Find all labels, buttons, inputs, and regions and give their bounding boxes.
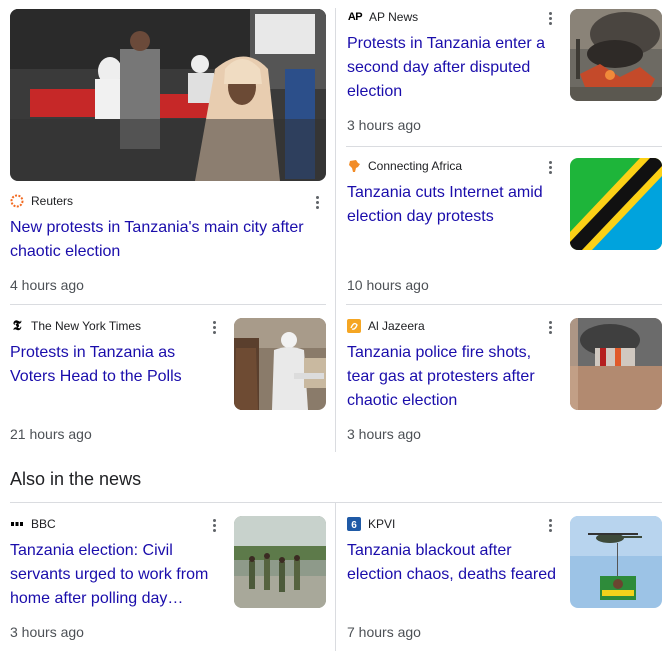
story-source[interactable]: Al Jazeera — [347, 318, 425, 334]
section-divider — [10, 502, 662, 503]
story-source[interactable]: 𝕿 The New York Times — [10, 318, 141, 334]
more-options-icon[interactable] — [542, 517, 558, 533]
story-headline[interactable]: Protests in Tanzania as Voters Head to t… — [10, 341, 222, 389]
nyt-logo-icon: 𝕿 — [12, 318, 22, 334]
section-title: Also in the news — [10, 469, 142, 489]
story-source[interactable]: Connecting Africa — [347, 158, 462, 174]
kpvi-logo-icon: 6 — [347, 517, 361, 531]
ap-logo-icon: AP — [347, 11, 363, 23]
source-name: KPVI — [368, 517, 396, 531]
source-name: AP News — [369, 10, 419, 24]
story-source[interactable]: Reuters — [10, 193, 73, 209]
story-headline[interactable]: Tanzania election: Civil servants urged … — [10, 539, 222, 611]
reuters-logo-icon — [10, 194, 24, 208]
svg-text:6: 6 — [351, 520, 357, 531]
row-divider — [346, 146, 662, 147]
story-source[interactable]: BBC — [10, 516, 56, 532]
column-divider-bottom — [335, 503, 336, 651]
source-name: Connecting Africa — [368, 159, 463, 173]
story-headline[interactable]: Tanzania cuts Internet amid election day… — [347, 181, 559, 229]
story-thumbnail[interactable] — [570, 9, 662, 101]
story-time: 3 hours ago — [10, 624, 84, 640]
story-thumbnail[interactable] — [234, 516, 326, 608]
source-name: BBC — [31, 517, 56, 531]
story-headline[interactable]: Tanzania police fire shots, tear gas at … — [347, 341, 559, 413]
more-options-icon[interactable] — [206, 517, 222, 533]
story-time: 7 hours ago — [347, 624, 421, 640]
story-thumbnail[interactable] — [570, 516, 662, 608]
more-options-icon[interactable] — [206, 319, 222, 335]
column-divider-top — [335, 8, 336, 452]
story-time: 3 hours ago — [347, 117, 421, 133]
story-headline[interactable]: Protests in Tanzania enter a second day … — [347, 32, 559, 104]
row-divider — [10, 304, 326, 305]
story-headline[interactable]: Tanzania blackout after election chaos, … — [347, 539, 559, 587]
story-headline[interactable]: New protests in Tanzania's main city aft… — [10, 216, 320, 264]
story-time: 3 hours ago — [347, 426, 421, 442]
story-time: 10 hours ago — [347, 277, 429, 293]
story-time: 4 hours ago — [10, 277, 84, 293]
bbc-logo-icon — [10, 517, 24, 531]
story-time: 21 hours ago — [10, 426, 92, 442]
story-source[interactable]: 6 KPVI — [347, 516, 395, 532]
source-name: The New York Times — [31, 319, 142, 333]
story-image[interactable] — [10, 9, 326, 181]
more-options-icon[interactable] — [542, 159, 558, 175]
more-options-icon[interactable] — [542, 10, 558, 26]
source-name: Al Jazeera — [368, 319, 425, 333]
story-thumbnail[interactable] — [570, 158, 662, 250]
story-source[interactable]: AP AP News — [347, 9, 418, 25]
story-thumbnail[interactable] — [234, 318, 326, 410]
story-thumbnail[interactable] — [570, 318, 662, 410]
row-divider — [346, 304, 662, 305]
aljazeera-logo-icon — [347, 319, 361, 333]
source-name: Reuters — [31, 194, 74, 208]
africa-map-icon — [347, 159, 361, 173]
more-options-icon[interactable] — [309, 194, 325, 210]
more-options-icon[interactable] — [542, 319, 558, 335]
